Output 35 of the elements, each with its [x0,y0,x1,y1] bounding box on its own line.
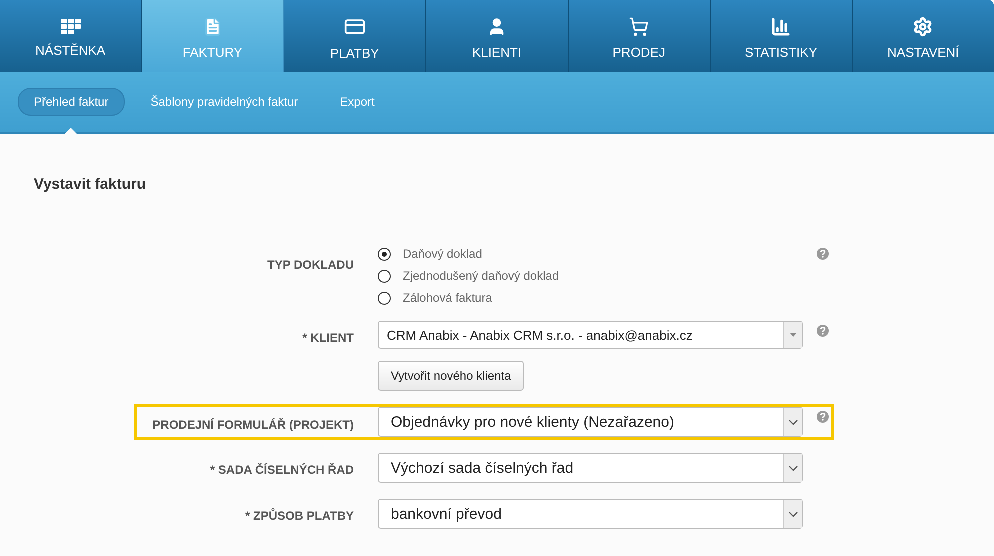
field-label: * ZPŮSOB PLATBY [244,507,354,523]
select-field[interactable]: CRM Anabix - Anabix CRM s.r.o. - anabix@anabix.cz [378,321,803,349]
radio-label: Daňový doklad [403,247,482,261]
page-heading: Vystavit fakturu [34,176,147,193]
radio-button[interactable] [378,248,391,260]
field-label: * KLIENT [302,330,354,345]
radio-button[interactable] [378,270,391,282]
radio-label: Zálohová faktura [403,291,492,305]
select-field[interactable]: bankovní převod [378,499,803,529]
bar-chart-icon [771,16,792,36]
radio-button[interactable] [378,292,391,304]
cart-icon [629,16,650,36]
help-icon[interactable] [817,325,829,337]
nav-tab[interactable]: NÁSTĚNKA [0,0,142,72]
field-label: TYP DOKLADU [266,257,354,272]
document-icon [202,16,223,36]
chevron-icon [788,466,798,470]
chevron-icon [788,420,798,424]
nav-tab[interactable]: PLATBY [284,0,426,72]
field-label: * SADA ČÍSELNÝCH ŘAD [209,462,354,477]
caret-icon [790,333,796,337]
nav-tab[interactable]: KLIENTI [426,0,569,72]
field-label: PRODEJNÍ FORMULÁŘ (PROJEKT) [152,417,354,432]
help-icon[interactable] [817,248,829,260]
select-field[interactable]: Objednávky pro nové klienty (Nezařazeno) [378,407,803,437]
chevron-icon [788,512,798,516]
nav-tab[interactable]: NASTAVENÍ [852,0,994,72]
nav-tab[interactable]: STATISTIKY [710,0,853,72]
create-client-button[interactable]: Vytvořit nového klienta [378,361,524,391]
nav-tab[interactable]: PRODEJ [568,0,711,72]
help-icon[interactable] [817,411,829,423]
grid-icon [60,18,81,34]
radio-label: Zjednodušený daňový doklad [403,269,560,283]
select-field[interactable]: Výchozí sada číselných řad [378,453,803,483]
settings-icon [913,16,934,36]
